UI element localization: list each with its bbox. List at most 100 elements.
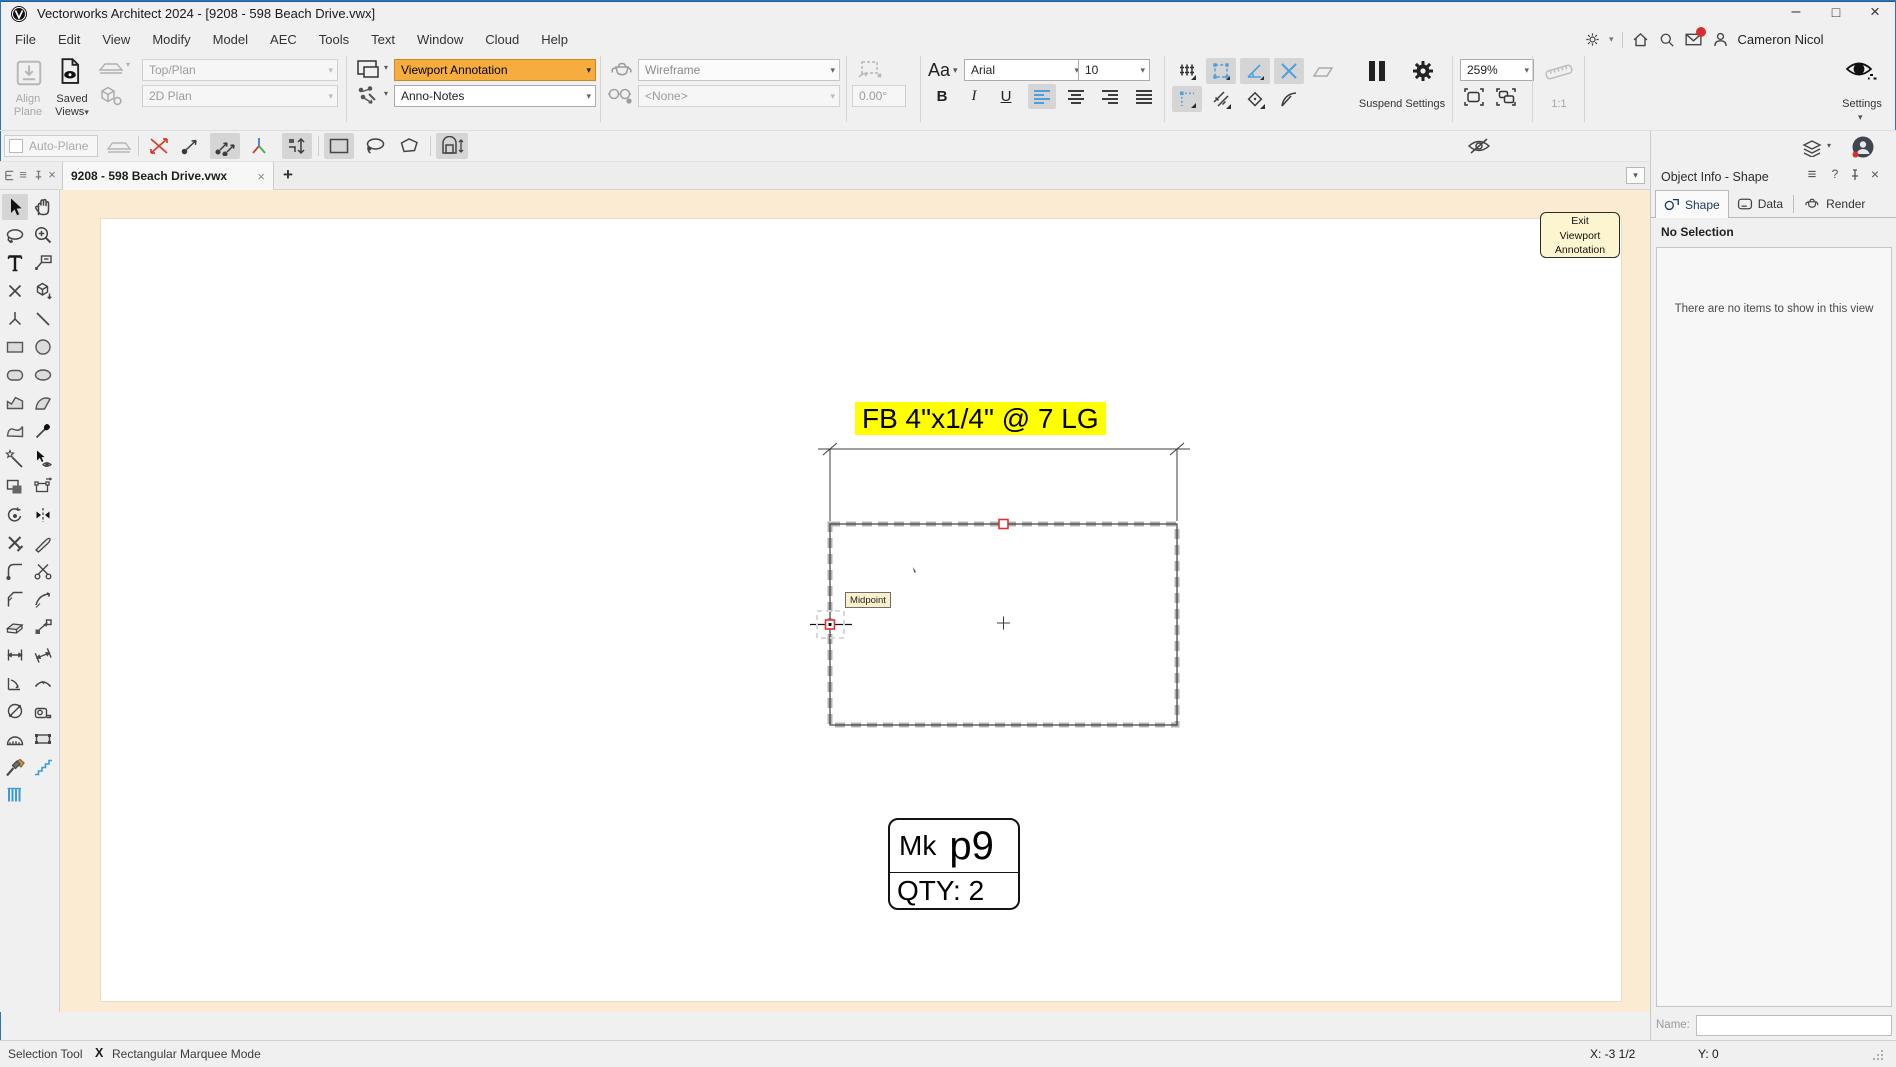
view-dropdown[interactable]: Top/Plan▾ [142, 59, 338, 81]
snap-distance-button[interactable] [1172, 86, 1202, 112]
menu-window[interactable]: Window [406, 27, 474, 52]
render-style-dropdown[interactable]: <None>▾ [638, 85, 840, 107]
new-tab-button[interactable]: + [278, 164, 298, 186]
push-pull-mode-button[interactable] [282, 133, 312, 159]
view-settings-eye-icon[interactable] [1844, 58, 1878, 84]
viewport-crop-chevron-icon[interactable]: ▾ [384, 63, 388, 72]
class-options-chevron-icon[interactable]: ▾ [1827, 141, 1831, 150]
locus-tool-icon[interactable] [2, 306, 28, 332]
eyedropper-tool-icon[interactable] [30, 418, 56, 444]
viewport-crop-icon[interactable] [356, 59, 382, 79]
fillet-tool-icon[interactable] [2, 558, 28, 584]
rectangular-marquee-button[interactable] [324, 133, 354, 159]
panel-menu-icon[interactable]: ≡ [1803, 165, 1821, 183]
align-right-button[interactable] [1096, 84, 1124, 109]
menu-modify[interactable]: Modify [141, 27, 201, 52]
line-tool-icon[interactable] [30, 306, 56, 332]
zoom-dropdown[interactable]: 259%▾ [1460, 59, 1534, 81]
unconstrained-dimension-tool-icon[interactable] [30, 642, 56, 668]
menu-help[interactable]: Help [530, 27, 579, 52]
settings-gear-icon[interactable] [1410, 58, 1436, 84]
visibility-tool-icon[interactable] [30, 446, 56, 472]
menu-text[interactable]: Text [360, 27, 406, 52]
drawing-canvas[interactable]: Exit Viewport Annotation FB 4"x1/4" @ 7 … [60, 190, 1650, 1012]
mark-tag[interactable]: Mk p9 QTY: 2 [888, 818, 1020, 910]
extrude-tool-icon[interactable] [30, 278, 56, 304]
tape-measure-tool-icon[interactable] [30, 698, 56, 724]
panel-help-icon[interactable]: ? [1827, 165, 1843, 183]
scale-disabled-icon[interactable] [146, 135, 172, 157]
snap-smart-point-button[interactable] [1240, 86, 1270, 112]
saved-views-icon[interactable] [56, 56, 84, 86]
chamfer-tool-icon[interactable] [2, 586, 28, 612]
snap-edge-button[interactable] [1206, 86, 1236, 112]
text-style-button[interactable]: Aa ▾ [928, 60, 958, 81]
split-tool-icon[interactable] [30, 558, 56, 584]
selection-tool-icon[interactable] [2, 194, 28, 220]
panel-pin-icon[interactable] [1847, 167, 1863, 183]
menu-model[interactable]: Model [202, 27, 259, 52]
polygon-tool-icon[interactable] [2, 390, 28, 416]
diameter-dimension-tool-icon[interactable] [2, 698, 28, 724]
layer-plane-icon[interactable] [98, 60, 124, 76]
palette-close-icon[interactable]: × [45, 166, 59, 182]
arc-tool-icon[interactable] [30, 390, 56, 416]
rotate-tool-icon[interactable] [2, 502, 28, 528]
menu-aec[interactable]: AEC [259, 27, 308, 52]
callout-tool-icon[interactable] [30, 250, 56, 276]
lasso-marquee-button[interactable] [360, 133, 390, 159]
render-style-glasses-icon[interactable] [606, 86, 636, 106]
suspend-pause-icon[interactable] [1366, 59, 1388, 83]
rotation-field[interactable]: 0.00° [852, 85, 906, 107]
search-icon[interactable] [1658, 31, 1676, 49]
unified-view-icon[interactable] [98, 84, 124, 108]
tab-data[interactable]: Data [1729, 190, 1791, 217]
tab-render[interactable]: Render [1796, 190, 1873, 217]
auto-plane-toggle[interactable]: Auto-Plane [4, 135, 98, 157]
snap-working-plane-button[interactable] [1308, 58, 1338, 84]
render-mode-dropdown[interactable]: Wireframe▾ [638, 59, 840, 81]
duplicates-mode-button[interactable] [210, 133, 240, 159]
flyover-tool-icon[interactable] [2, 222, 28, 248]
mode-dropdown[interactable]: Viewport Annotation▾ [394, 59, 596, 81]
font-size-dropdown[interactable]: 10▾ [1078, 59, 1150, 81]
constraints-icon[interactable] [356, 85, 382, 107]
wand-tool-icon[interactable] [2, 446, 28, 472]
axis-constraint-icon[interactable] [246, 135, 272, 157]
font-dropdown[interactable]: Arial▾ [964, 59, 1084, 81]
snap-angle-button[interactable] [1240, 58, 1270, 84]
annotation-highlight-label[interactable]: FB 4"x1/4" @ 7 LG [855, 402, 1106, 435]
palette-menu-icon[interactable]: ≡ [16, 166, 30, 182]
render-mode-teapot-icon[interactable] [608, 58, 636, 80]
move-by-points-icon[interactable] [178, 135, 204, 157]
app-settings-gear-icon[interactable] [1584, 31, 1601, 48]
tab-close-icon[interactable]: × [257, 169, 265, 184]
minimize-button[interactable]: – [1776, 0, 1816, 24]
knife-tool-icon[interactable] [30, 530, 56, 556]
panel-close-icon[interactable]: × [1867, 165, 1883, 183]
maximize-button[interactable]: □ [1816, 0, 1856, 24]
messages-icon[interactable] [1684, 30, 1703, 49]
oval-tool-icon[interactable] [30, 362, 56, 388]
framing-tool-icon[interactable] [2, 754, 28, 780]
section-marker-tool-icon[interactable] [30, 726, 56, 752]
menu-tools[interactable]: Tools [308, 27, 360, 52]
name-input[interactable] [1696, 1015, 1892, 1036]
reshape-tool-icon[interactable] [30, 474, 56, 500]
menu-cloud[interactable]: Cloud [474, 27, 530, 52]
palette-pin-icon[interactable] [31, 168, 45, 182]
eraser-tool-icon[interactable] [2, 614, 28, 640]
stair-tool-icon[interactable] [30, 754, 56, 780]
user-avatar[interactable] [1851, 135, 1875, 159]
italic-button[interactable]: I [962, 84, 986, 108]
tab-shape[interactable]: Shape [1655, 190, 1729, 218]
trim-tool-icon[interactable] [2, 530, 28, 556]
cabinet-reach-mode-button[interactable] [436, 133, 468, 159]
menu-file[interactable]: File [4, 27, 47, 52]
snap-tangent-button[interactable] [1274, 86, 1304, 112]
bold-button[interactable]: B [930, 84, 954, 108]
fit-objects-button[interactable] [1492, 85, 1520, 109]
align-center-button[interactable] [1062, 84, 1090, 109]
app-settings-chevron-icon[interactable]: ▾ [1609, 34, 1614, 45]
plane-mode-icon[interactable] [106, 139, 132, 154]
